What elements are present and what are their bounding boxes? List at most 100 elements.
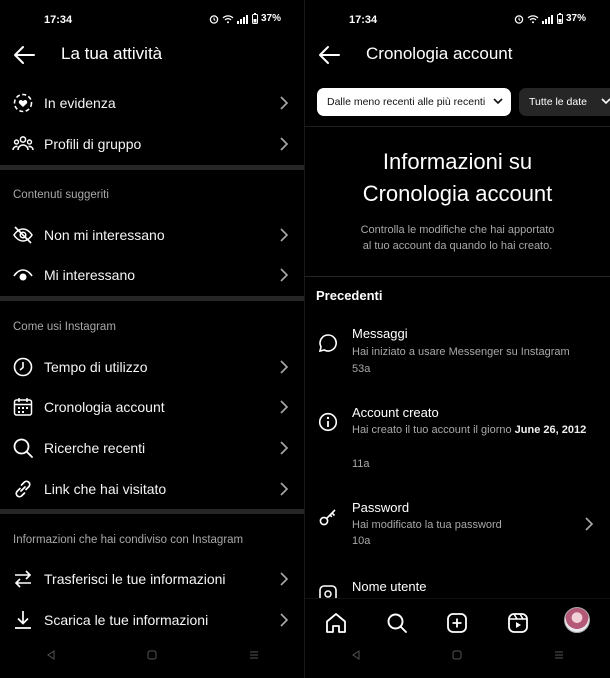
nav-home-icon[interactable] — [450, 648, 464, 662]
header-divider — [305, 126, 610, 127]
entry-time: 11a — [352, 458, 370, 470]
chevron-right-icon — [280, 400, 289, 414]
menu-item-not-interested[interactable]: Non mi interessano — [0, 217, 305, 253]
menu-item-time-spent[interactable]: Tempo di utilizzo — [0, 349, 305, 385]
menu-item-label: Ricerche recenti — [44, 440, 146, 456]
calendar-icon — [13, 398, 33, 416]
menu-item-account-history[interactable]: Cronologia account — [0, 389, 305, 425]
menu-item-label: Profili di gruppo — [44, 136, 142, 152]
section-title-previous: Precedenti — [316, 288, 383, 303]
entry-date: June 26, 2012 — [514, 424, 587, 436]
history-entry-username[interactable]: Nome utente — [305, 577, 610, 603]
nav-back-icon[interactable] — [349, 648, 363, 662]
clock-icon — [13, 357, 33, 377]
group-icon — [12, 136, 34, 151]
menu-item-visited-links[interactable]: Link che hai visitato — [0, 471, 305, 507]
battery-icon — [556, 13, 563, 24]
sort-filter-chip[interactable]: Dalle meno recenti alle più recenti — [317, 88, 511, 116]
back-arrow-icon[interactable] — [317, 44, 341, 66]
status-time: 17:34 — [349, 14, 378, 26]
wifi-icon — [527, 14, 539, 23]
signal-icon — [541, 14, 553, 24]
date-filter-chip[interactable]: Tutte le date — [519, 88, 610, 116]
entry-time: 53a — [352, 363, 371, 375]
menu-item-group-profiles[interactable]: Profili di gruppo — [0, 126, 305, 162]
wifi-icon — [222, 14, 234, 23]
chevron-right-icon — [280, 96, 289, 110]
battery-level: 37% — [260, 13, 281, 24]
chevron-right-icon — [280, 441, 289, 455]
chevron-right-icon — [280, 268, 289, 282]
alarm-icon — [209, 14, 219, 24]
history-entry-messages[interactable]: Messaggi Hai iniziato a usare Messenger … — [305, 324, 610, 380]
entry-title: Nome utente — [352, 579, 427, 594]
menu-item-transfer-info[interactable]: Trasferisci le tue informazioni — [0, 561, 305, 597]
menu-item-label: Trasferisci le tue informazioni — [44, 571, 226, 587]
status-bar: 17:34 37% — [305, 12, 610, 28]
entry-description-text: Hai creato il tuo account il giorno — [352, 424, 515, 436]
page-title: Cronologia account — [366, 44, 513, 63]
eye-icon — [13, 269, 33, 281]
key-icon — [319, 509, 336, 526]
menu-item-interested[interactable]: Mi interessano — [0, 257, 305, 293]
section-title-suggested: Contenuti suggeriti — [13, 189, 109, 201]
section-title-usage: Come usi Instagram — [13, 321, 116, 333]
entry-description: Hai iniziato a usare Messenger su Instag… — [352, 346, 570, 358]
entry-description: Hai creato il tuo account il giorno June… — [352, 422, 587, 439]
date-filter-label: Tutte le date — [529, 96, 587, 108]
chevron-right-icon — [585, 517, 594, 531]
system-nav-bar — [0, 632, 305, 678]
nav-recents-icon[interactable] — [552, 648, 566, 662]
menu-item-label: Mi interessano — [44, 267, 136, 283]
status-icons: 37% — [209, 13, 281, 24]
chevron-down-icon — [601, 98, 610, 105]
signal-icon — [236, 14, 248, 24]
menu-item-highlights[interactable]: In evidenza — [0, 85, 305, 121]
menu-item-label: Link che hai visitato — [44, 481, 167, 497]
battery-icon — [251, 13, 258, 24]
page-title: La tua attività — [61, 44, 163, 63]
back-arrow-icon[interactable] — [12, 44, 36, 66]
menu-item-label: Scarica le tue informazioni — [44, 612, 209, 628]
chevron-right-icon — [280, 613, 289, 627]
nav-home-icon[interactable] — [145, 648, 159, 662]
info-heading: Informazioni su Cronologia account — [305, 146, 610, 210]
chevron-right-icon — [280, 360, 289, 374]
nav-back-icon[interactable] — [44, 648, 58, 662]
menu-item-recent-searches[interactable]: Ricerche recenti — [0, 430, 305, 466]
system-nav-bar — [305, 632, 610, 678]
menu-item-label: Cronologia account — [44, 399, 165, 415]
info-heading-line: Informazioni su — [382, 149, 533, 174]
transfer-icon — [14, 570, 32, 588]
menu-item-label: Tempo di utilizzo — [44, 359, 148, 375]
profile-avatar[interactable] — [564, 607, 590, 633]
status-bar: 17:34 37% — [0, 12, 305, 28]
entry-description: Hai modificato la tua password — [352, 519, 502, 531]
section-divider — [0, 509, 305, 514]
menu-item-label: Non mi interessano — [44, 227, 165, 243]
nav-recents-icon[interactable] — [247, 648, 261, 662]
download-icon — [15, 611, 31, 629]
chevron-right-icon — [280, 137, 289, 151]
menu-item-label: In evidenza — [44, 95, 116, 111]
history-entry-password[interactable]: Password Hai modificato la tua password … — [305, 498, 610, 552]
entry-title: Password — [352, 500, 410, 515]
info-description: Controlla le modifiche che hai apportato… — [305, 222, 610, 254]
heart-circle-icon — [13, 93, 33, 113]
activity-panel: 17:34 37% La tua attività In evidenza Pr… — [0, 0, 305, 678]
account-history-panel: 17:34 37% Cronologia account Dalle meno … — [305, 0, 610, 678]
filter-bar: Dalle meno recenti alle più recenti Tutt… — [317, 88, 610, 116]
info-description-line: al tuo account da quando lo hai creato. — [362, 240, 553, 252]
section-divider — [0, 296, 305, 301]
app-bar: Cronologia account — [305, 38, 610, 72]
status-icons: 37% — [514, 13, 586, 24]
info-icon — [318, 412, 338, 432]
history-entry-account-created[interactable]: Account creato Hai creato il tuo account… — [305, 403, 610, 475]
chevron-right-icon — [280, 482, 289, 496]
message-bubble-icon — [318, 334, 337, 353]
status-time: 17:34 — [44, 14, 73, 26]
eye-off-icon — [13, 226, 33, 244]
section-title-shared: Informazioni che hai condiviso con Insta… — [13, 534, 244, 546]
link-icon — [15, 480, 31, 498]
section-divider — [0, 165, 305, 170]
